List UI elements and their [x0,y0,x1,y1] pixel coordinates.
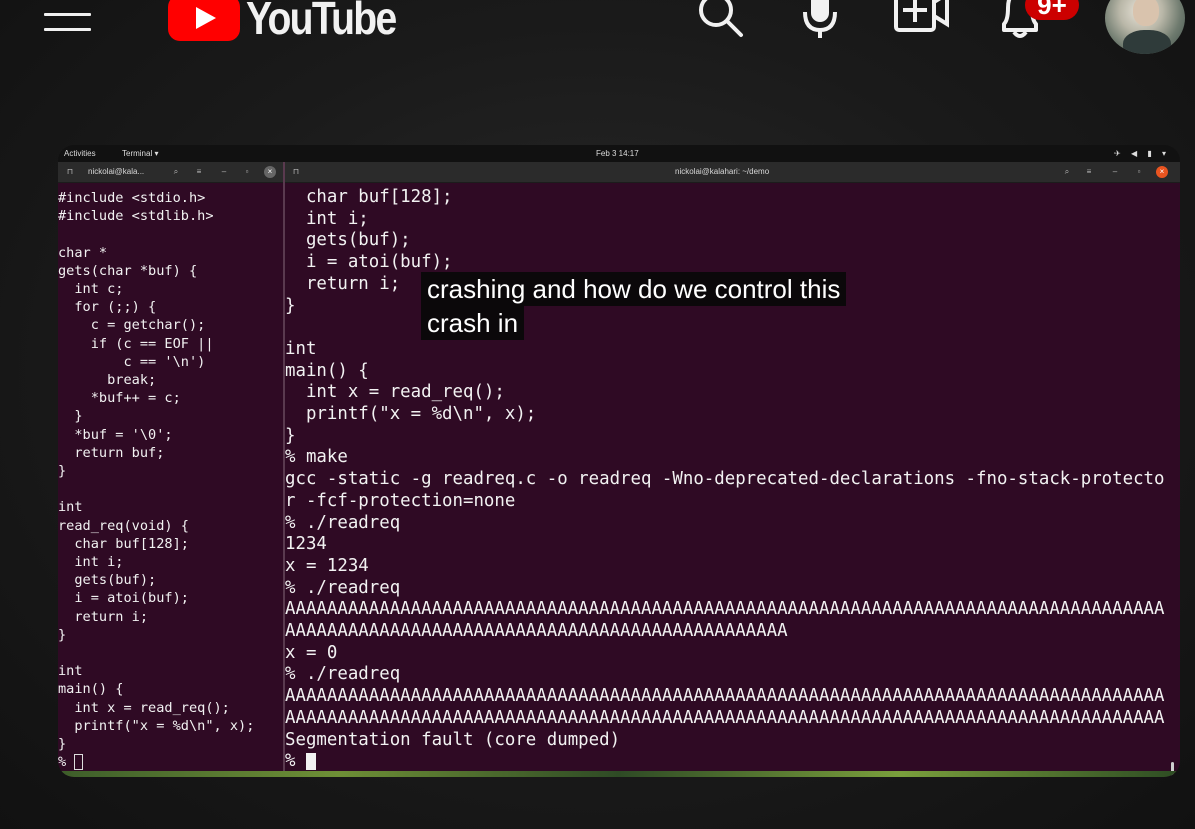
terminal-line: 1234 [285,534,327,555]
terminal-right-titlebar: ⊓ nickolai@kalahari: ~/demo ⌕ ≡ – ▫ × [285,162,1180,183]
terminal-line: } [58,736,67,753]
search-icon[interactable]: ⌕ [170,166,182,178]
terminal-line: return buf; [58,444,165,461]
terminal-line: char * [58,244,108,261]
video-player[interactable]: Activities Terminal ▾ Feb 3 14:17 ✈ ◀ ▮ … [58,145,1180,777]
new-tab-icon[interactable]: ⊓ [64,166,76,178]
terminal-line: int [58,499,83,516]
terminal-line: char buf[128]; [285,187,453,207]
terminal-line: r -fcf-protection=none [285,490,516,511]
terminal-line: x = 0 [285,642,338,663]
minimize-icon[interactable]: – [1109,166,1121,178]
terminal-left-output[interactable]: #include <stdio.h> #include <stdlib.h> ch… [58,189,254,772]
terminal-line: gcc -static -g readreq.c -o readreq -Wno… [285,469,1165,490]
terminal-line: int [58,663,83,680]
create-video-icon[interactable] [893,0,949,42]
terminal-line: printf("x = %d\n", x); [285,404,537,425]
terminal-line: for (;;) { [58,299,157,316]
terminal-line: } [58,463,67,480]
terminal-line: read_req(void) { [58,517,189,534]
terminal-right-title: nickolai@kalahari: ~/demo [675,167,770,176]
new-tab-icon[interactable]: ⊓ [290,166,302,178]
terminal-line: AAAAAAAAAAAAAAAAAAAAAAAAAAAAAAAAAAAAAAAA… [285,686,1165,707]
terminal-line: gets(buf); [58,572,157,589]
terminal-left-title: nickolai@kala... [88,167,145,176]
close-icon[interactable]: × [264,166,276,178]
terminal-line: char buf[128]; [58,535,189,552]
terminal-line: #include <stdio.h> [58,190,206,206]
microphone-icon[interactable] [797,0,847,42]
youtube-logo-text: YouTube [246,0,397,44]
terminal-line: int x = read_req(); [58,699,230,716]
terminal-line: int x = read_req(); [285,382,505,403]
system-tray-icons[interactable]: ✈ ◀ ▮ ▾ [1114,145,1170,162]
terminal-line: } [58,408,83,425]
minimize-icon[interactable]: – [218,166,230,178]
terminal-line: AAAAAAAAAAAAAAAAAAAAAAAAAAAAAAAAAAAAAAAA… [285,707,1165,728]
maximize-icon[interactable]: ▫ [1133,166,1145,178]
maximize-icon[interactable]: ▫ [241,166,253,178]
desktop-top-bar: Activities Terminal ▾ Feb 3 14:17 ✈ ◀ ▮ … [58,145,1180,162]
search-icon[interactable]: ⌕ [1061,166,1073,178]
terminal-line: % [285,751,1164,773]
terminal-line: break; [58,372,157,389]
terminal-cursor [74,754,84,771]
terminal-line: % make [285,447,348,468]
terminal-line: c == '\n') [58,353,206,370]
youtube-logo[interactable]: YouTube [168,0,422,42]
terminal-line: % ./readreq [285,577,401,598]
close-icon[interactable]: × [1156,166,1168,178]
terminal-line: int c; [58,281,124,298]
terminal-line: x = 1234 [285,555,369,576]
terminal-line: i = atoi(buf); [285,252,453,273]
caption-line-2: crash in [421,306,525,340]
terminal-line: *buf++ = c; [58,390,181,407]
video-caption: crashing and how do we control this cras… [421,272,847,340]
terminal-line: main() { [285,360,369,381]
hamburger-menu-icon[interactable]: ≡ [193,166,205,178]
terminal-line: % [58,753,254,771]
notification-badge[interactable]: 9+ [1025,0,1079,20]
terminal-line: c = getchar(); [58,317,206,334]
terminal-line: AAAAAAAAAAAAAAAAAAAAAAAAAAAAAAAAAAAAAAAA… [285,621,788,642]
hamburger-menu-icon[interactable]: ≡ [1083,166,1095,178]
terminal-line: gets(buf); [285,230,411,251]
terminal-line: *buf = '\0'; [58,426,173,443]
terminal-line: int i; [285,208,369,229]
terminal-line: if (c == EOF || [58,335,214,352]
terminal-line: printf("x = %d\n", x); [58,717,255,734]
terminal-line: } [58,626,67,643]
caption-line-1: crashing and how do we control this [421,272,847,306]
youtube-header: YouTube 9+ [0,0,1195,60]
terminal-left-titlebar: nickolai@kala... ⊓ ⌕ ≡ – ▫ × [58,162,283,183]
terminal-line: } [285,425,296,446]
desktop-clock[interactable]: Feb 3 14:17 [596,145,639,162]
search-icon[interactable] [695,0,745,42]
terminal-line: Segmentation fault (core dumped) [285,729,621,750]
activities-button[interactable]: Activities [64,145,96,162]
desktop-wallpaper [58,771,1180,777]
terminal-cursor [305,752,316,770]
terminal-line: int i; [58,554,124,571]
terminal-line: % ./readreq [285,512,401,533]
terminal-line: i = atoi(buf); [58,590,189,607]
terminal-line: % ./readreq [285,664,401,685]
youtube-play-logo-icon [168,0,240,41]
terminal-line: gets(char *buf) { [58,262,198,279]
menu-icon[interactable] [44,0,92,32]
terminal-app-menu[interactable]: Terminal ▾ [122,145,158,162]
avatar[interactable] [1105,0,1185,54]
terminal-line: #include <stdlib.h> [58,208,214,225]
terminal-line: AAAAAAAAAAAAAAAAAAAAAAAAAAAAAAAAAAAAAAAA… [285,599,1165,620]
terminal-line: return i; [58,608,149,625]
terminal-line: main() { [58,681,124,698]
terminal-line: int [285,338,317,359]
